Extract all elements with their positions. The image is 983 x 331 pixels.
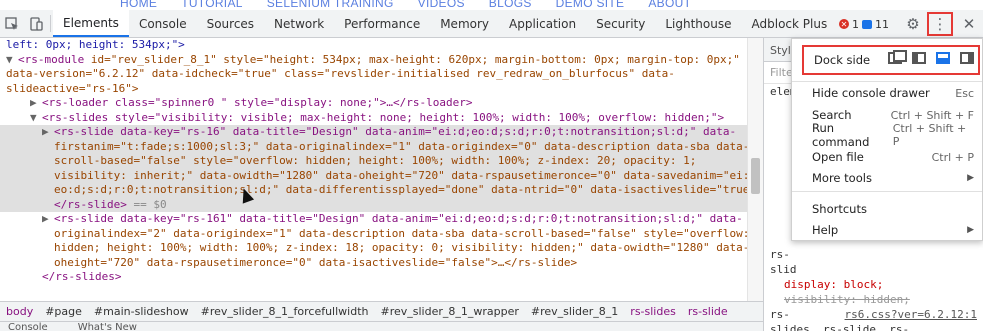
site-nav-videos[interactable]: VIDEOS [418,0,465,10]
undock-icon[interactable] [888,50,907,64]
styles-selector: slides, rs-slide, rs- [770,323,910,331]
customize-devtools-menu: Dock side Hide console drawer Esc Search C… [791,38,983,241]
settings-gear-icon[interactable]: ⚙ [899,10,927,38]
menu-divider [792,191,982,192]
expand-triangle-icon[interactable]: ▶ [42,212,54,227]
error-icon: ✕ [839,19,849,29]
site-nav-selenium-training[interactable]: SELENIUM TRAINING [267,0,394,10]
breadcrumb-item[interactable]: #main-slideshow [88,305,195,318]
dock-side-label: Dock side [814,53,871,67]
site-nav-about[interactable]: ABOUT [648,0,691,10]
device-toolbar-icon[interactable] [24,10,48,37]
expand-triangle-icon[interactable]: ▶ [42,125,54,140]
console-drawer-tabs: Console What's New [0,321,763,331]
tab-adblock-plus[interactable]: Adblock Plus [742,10,838,37]
styles-selector: slid [770,263,797,276]
tab-memory[interactable]: Memory [430,10,499,37]
tab-lighthouse[interactable]: Lighthouse [655,10,741,37]
styles-selector: rs- [770,248,790,261]
customize-menu-kebab-icon[interactable]: ⋮ [927,12,953,36]
panel-tabs: Elements Console Sources Network Perform… [53,10,837,37]
dom-line[interactable]: slideactive="rs-16"> [0,82,763,97]
toolbar-right: ✕ 1 11 ⚙ ⋮ ✕ [839,10,983,38]
expand-triangle-icon[interactable]: ▶ [30,96,42,111]
menu-item-run-command[interactable]: Run command Ctrl + Shift + P [812,121,974,149]
breadcrumb-item[interactable]: #rev_slider_8_1 [525,305,624,318]
breadcrumb-item[interactable]: body [0,305,39,318]
dom-line[interactable]: hidden; height: 100%; width: 100%; z-ind… [0,241,763,256]
scrollbar-thumb[interactable] [751,158,760,194]
dom-node-rs-slide-active[interactable]: ▶ <rs-slide data-key="rs-16" data-title="… [0,125,763,140]
breadcrumb-item[interactable]: rs-slides [624,305,682,318]
dom-line[interactable]: eo:d;s:d;r:0;t:notransition;sl:d;" data-… [0,183,763,198]
site-nav: HOME TUTORIAL SELENIUM TRAINING VIDEOS B… [120,0,691,10]
menu-item-hide-console-drawer[interactable]: Hide console drawer Esc [812,83,974,103]
dock-side-options [888,50,974,64]
site-nav-tutorial[interactable]: TUTORIAL [181,0,243,10]
message-icon [862,19,872,29]
breadcrumb-item[interactable]: #rev_slider_8_1_forcefullwidth [195,305,375,318]
dom-node-rs-slide[interactable]: ▶ <rs-slide data-key="rs-161" data-title=… [0,212,763,227]
styles-rule-header: rs- rs6.css?ver=6.2.12:1 [764,307,983,322]
breadcrumb-item[interactable]: #rev_slider_8_1_wrapper [375,305,525,318]
selected-dom-node[interactable]: ▶ <rs-slide data-key="rs-16" data-title="… [0,125,763,212]
menu-item-more-tools[interactable]: More tools ▶ [812,168,974,188]
dock-left-icon[interactable] [912,52,926,64]
dom-line[interactable]: originalindex="2" data-origindex="1" dat… [0,227,763,242]
website-strip: HOME TUTORIAL SELENIUM TRAINING VIDEOS B… [0,0,983,10]
dock-side-highlight: Dock side [802,45,980,75]
site-nav-home[interactable]: HOME [120,0,157,10]
breadcrumb: body #page #main-slideshow #rev_slider_8… [0,301,763,321]
dom-node-rs-loader[interactable]: ▶ <rs-loader class="spinner0 " style="dis… [0,96,763,111]
dom-line[interactable]: visibility: inherit;" data-owidth="1280"… [0,169,763,184]
style-declaration[interactable]: display: block; [764,277,983,292]
toolbar-divider [50,15,51,32]
dom-line[interactable]: </rs-slides> [0,270,763,285]
issues-counter[interactable]: ✕ 1 11 [839,18,889,31]
dock-bottom-icon[interactable] [936,52,950,64]
tab-performance[interactable]: Performance [334,10,430,37]
breadcrumb-item-current[interactable]: rs-slide [682,305,734,318]
submenu-arrow-icon: ▶ [967,225,974,235]
menu-item-open-file[interactable]: Open file Ctrl + P [812,147,974,167]
close-devtools-icon[interactable]: ✕ [955,10,983,38]
dom-node-rs-slides[interactable]: ▼ <rs-slides style="visibility: visible; … [0,111,763,126]
site-nav-blogs[interactable]: BLOGS [489,0,532,10]
dom-line[interactable]: </rs-slide> == $0 [0,198,763,213]
style-declaration-overridden[interactable]: visibility: hidden; [764,292,983,307]
inspect-element-icon[interactable] [0,10,24,37]
tab-application[interactable]: Application [499,10,586,37]
dom-node-rs-module[interactable]: ▼ <rs-module id="rev_slider_8_1" style="h… [0,53,763,68]
dock-right-icon[interactable] [960,52,974,64]
error-count: 1 [852,17,859,31]
dom-line[interactable]: oheight="720" data-rspausetimeronce="0" … [0,256,763,271]
collapse-triangle-icon[interactable]: ▼ [6,53,18,68]
breadcrumb-item[interactable]: #page [39,305,88,318]
dom-line[interactable]: left: 0px; height: 534px;"> [0,38,763,53]
tab-console[interactable]: Console [129,10,197,37]
tab-network[interactable]: Network [264,10,334,37]
dom-line[interactable]: data-version="6.2.12" data-idcheck="true… [0,67,763,82]
message-count: 11 [875,17,889,31]
stylesheet-link[interactable]: rs6.css?ver=6.2.12:1 [845,308,977,321]
styles-selector: rs- [770,308,790,321]
submenu-arrow-icon: ▶ [967,173,974,183]
dom-line[interactable]: scroll-based="false" style="overflow: hi… [0,154,763,169]
elements-dom-tree: left: 0px; height: 534px;"> ▼ <rs-module … [0,38,763,301]
menu-item-help[interactable]: Help ▶ [812,220,974,240]
tab-security[interactable]: Security [586,10,655,37]
drawer-tab-console[interactable]: Console [8,322,48,331]
drawer-tab-whats-new[interactable]: What's New [78,322,137,331]
site-nav-demo-site[interactable]: DEMO SITE [556,0,625,10]
collapse-triangle-icon[interactable]: ▼ [30,111,42,126]
menu-item-shortcuts[interactable]: Shortcuts [812,199,974,219]
tab-sources[interactable]: Sources [197,10,264,37]
elements-scrollbar[interactable] [747,38,763,301]
tab-elements[interactable]: Elements [53,10,129,37]
menu-divider [792,81,982,82]
devtools-toolbar: Elements Console Sources Network Perform… [0,10,983,38]
dom-line[interactable]: firstanim="t:fade;s:1000;sl:3;" data-ori… [0,140,763,155]
